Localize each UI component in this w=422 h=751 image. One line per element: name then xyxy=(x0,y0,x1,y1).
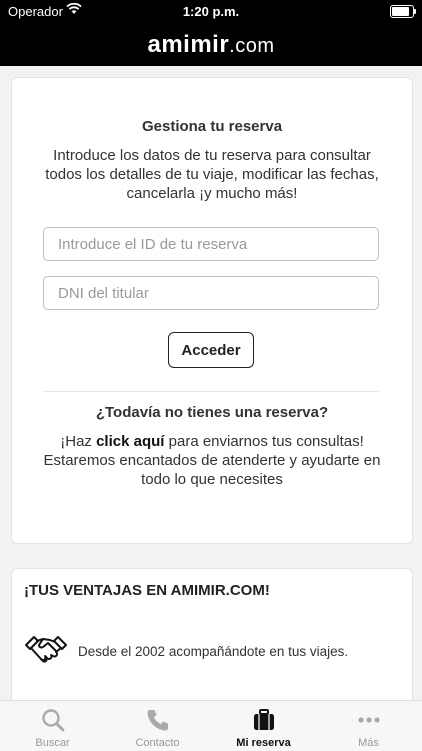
clock: 1:20 p.m. xyxy=(182,4,240,19)
help-prefix: ¡Haz xyxy=(60,433,97,450)
tab-label: Buscar xyxy=(35,737,70,749)
tab-contacto[interactable]: Contacto xyxy=(105,701,210,751)
advantage-text: Desde el 2002 acompañándote en tus viaje… xyxy=(78,643,349,659)
tab-label: Más xyxy=(358,737,379,749)
card-description: Introduce los datos de tu reserva para c… xyxy=(45,147,379,202)
amimir-logo: amimir.com xyxy=(147,31,274,59)
click-here-link[interactable]: click aquí xyxy=(96,433,164,450)
status-bar: Operador 1:20 p.m. xyxy=(0,0,422,24)
logo-suffix: .com xyxy=(229,35,275,57)
access-button[interactable]: Acceder xyxy=(168,332,254,368)
phone-icon xyxy=(147,710,168,731)
battery-icon xyxy=(390,5,416,18)
card-title: Gestiona tu reserva xyxy=(141,118,283,135)
help-text: ¡Haz click aquí para enviarnos tus consu… xyxy=(32,432,392,489)
holder-dni-input[interactable] xyxy=(43,276,379,310)
divider xyxy=(43,391,379,392)
tab-bar: Buscar Contacto Mi reserva Más xyxy=(0,700,422,751)
no-reservation-title: ¿Todavía no tienes una reserva? xyxy=(95,404,329,421)
advantages-card: ¡TUS VENTAJAS EN AMIMIR.COM! Desde el 20… xyxy=(11,568,413,710)
briefcase-icon xyxy=(254,709,274,730)
reservation-id-input[interactable] xyxy=(43,227,379,261)
app-header: amimir.com xyxy=(0,24,422,66)
manage-reservation-card: Gestiona tu reserva Introduce los datos … xyxy=(11,77,413,544)
tab-label: Mi reserva xyxy=(236,737,291,749)
search-icon xyxy=(42,709,65,732)
tab-mi-reserva[interactable]: Mi reserva xyxy=(211,701,316,751)
tab-buscar[interactable]: Buscar xyxy=(0,701,105,751)
tab-mas[interactable]: Más xyxy=(316,701,421,751)
battery-level xyxy=(392,7,410,16)
handshake-icon xyxy=(25,636,67,663)
advantages-title: ¡TUS VENTAJAS EN AMIMIR.COM! xyxy=(24,582,270,599)
tab-label: Contacto xyxy=(135,737,180,749)
more-icon xyxy=(358,717,380,723)
logo-text: amimir xyxy=(147,31,230,58)
advantage-item: Desde el 2002 acompañándote en tus viaje… xyxy=(24,631,404,671)
